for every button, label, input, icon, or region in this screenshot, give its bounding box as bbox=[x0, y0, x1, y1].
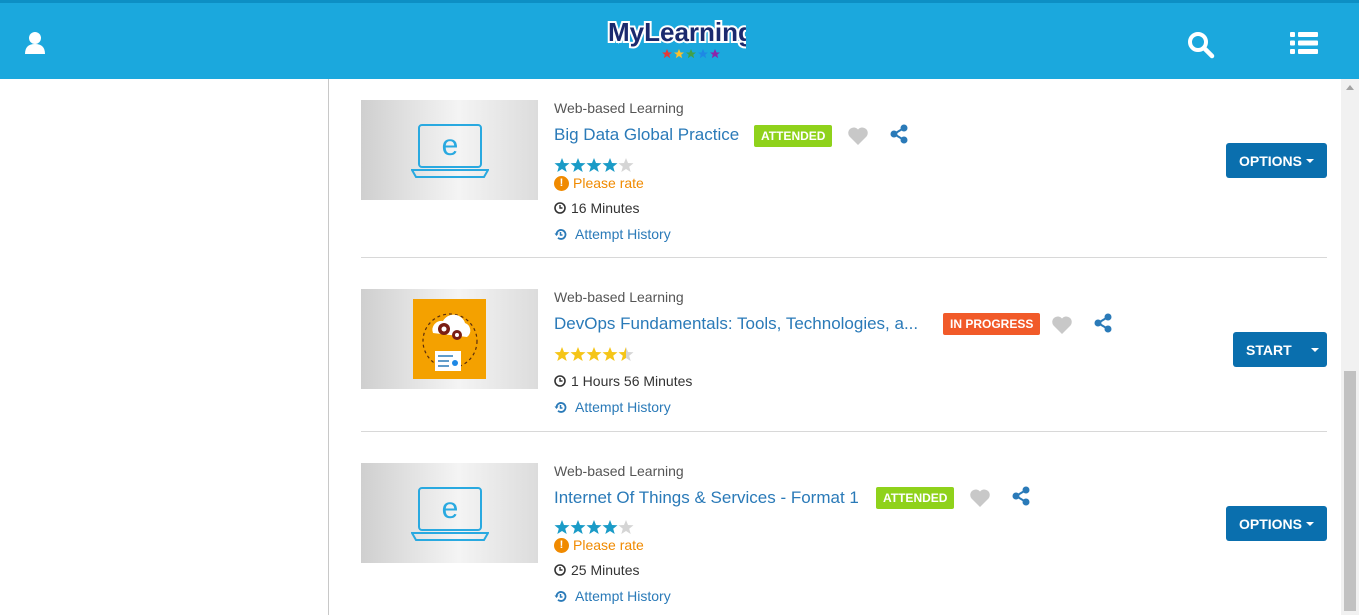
options-button-label: OPTIONS bbox=[1238, 152, 1302, 169]
favorite-heart-icon[interactable] bbox=[847, 126, 869, 146]
course-type: Web-based Learning bbox=[554, 100, 684, 116]
share-icon[interactable] bbox=[889, 124, 909, 144]
course-thumbnail[interactable]: e bbox=[361, 100, 538, 200]
clock-icon bbox=[554, 375, 566, 387]
options-button[interactable]: OPTIONS bbox=[1226, 143, 1327, 178]
favorite-heart-icon[interactable] bbox=[969, 488, 991, 508]
please-rate-prompt[interactable]: ! Please rate bbox=[554, 175, 644, 191]
clock-icon bbox=[554, 202, 566, 214]
warning-icon: ! bbox=[554, 175, 569, 191]
course-list: e Web-based Learning Big Data Global Pra… bbox=[329, 79, 1341, 615]
scroll-up-arrow-icon[interactable] bbox=[1346, 85, 1354, 90]
duration-label: 25 Minutes bbox=[571, 562, 640, 578]
star-icon[interactable] bbox=[618, 157, 634, 173]
options-button-label: OPTIONS bbox=[1238, 515, 1302, 532]
scrollbar-thumb[interactable] bbox=[1344, 371, 1356, 611]
star-icon[interactable] bbox=[570, 346, 586, 362]
course-type: Web-based Learning bbox=[554, 289, 684, 305]
attempt-history-label: Attempt History bbox=[575, 226, 671, 242]
star-icon[interactable] bbox=[618, 346, 634, 362]
vertical-scrollbar[interactable] bbox=[1341, 79, 1359, 615]
please-rate-prompt[interactable]: ! Please rate bbox=[554, 537, 644, 553]
course-thumbnail[interactable]: e bbox=[361, 463, 538, 563]
star-icon[interactable] bbox=[554, 519, 570, 535]
start-button-label: START bbox=[1246, 341, 1292, 358]
attempt-history-link[interactable]: Attempt History bbox=[554, 588, 671, 604]
please-rate-label: Please rate bbox=[573, 537, 644, 553]
star-icon[interactable] bbox=[554, 157, 570, 173]
attempt-history-label: Attempt History bbox=[575, 399, 671, 415]
attempt-history-label: Attempt History bbox=[575, 588, 671, 604]
share-icon[interactable] bbox=[1011, 486, 1031, 506]
course-title[interactable]: DevOps Fundamentals: Tools, Technologies… bbox=[554, 314, 918, 334]
course-title[interactable]: Big Data Global Practice bbox=[554, 125, 739, 145]
star-icon[interactable] bbox=[554, 346, 570, 362]
devops-cloud-gears-icon bbox=[413, 299, 486, 379]
history-icon bbox=[554, 590, 567, 602]
star-icon[interactable] bbox=[618, 519, 634, 535]
star-rating bbox=[554, 519, 634, 538]
user-icon[interactable] bbox=[24, 31, 46, 55]
duration-label: 1 Hours 56 Minutes bbox=[571, 373, 693, 389]
course-card: e Web-based Learning Internet Of Things … bbox=[361, 463, 1327, 615]
star-icon[interactable] bbox=[602, 519, 618, 535]
divider bbox=[361, 431, 1327, 432]
svg-text:e: e bbox=[442, 129, 459, 162]
course-duration: 16 Minutes bbox=[554, 200, 639, 216]
course-card: e Web-based Learning Big Data Global Pra… bbox=[361, 100, 1327, 260]
status-badge: ATTENDED bbox=[876, 487, 955, 509]
history-icon bbox=[554, 401, 567, 413]
share-icon[interactable] bbox=[1093, 313, 1113, 333]
caret-down-icon[interactable] bbox=[1311, 347, 1319, 352]
please-rate-label: Please rate bbox=[573, 175, 644, 191]
star-icon[interactable] bbox=[586, 519, 602, 535]
star-icon[interactable] bbox=[586, 157, 602, 173]
star-rating bbox=[554, 346, 634, 365]
warning-icon: ! bbox=[554, 537, 569, 553]
search-icon[interactable] bbox=[1187, 31, 1215, 59]
favorite-heart-icon[interactable] bbox=[1051, 315, 1073, 335]
course-thumbnail[interactable] bbox=[361, 289, 538, 389]
left-sidebar bbox=[0, 79, 329, 615]
svg-text:MyLearning: MyLearning bbox=[608, 17, 746, 47]
star-icon[interactable] bbox=[570, 519, 586, 535]
options-button[interactable]: OPTIONS bbox=[1226, 506, 1327, 541]
course-type: Web-based Learning bbox=[554, 463, 684, 479]
e-learning-laptop-icon: e bbox=[411, 487, 489, 541]
e-learning-laptop-icon: e bbox=[411, 124, 489, 178]
status-badge: ATTENDED bbox=[754, 125, 833, 147]
course-card: Web-based Learning DevOps Fundamentals: … bbox=[361, 289, 1327, 449]
attempt-history-link[interactable]: Attempt History bbox=[554, 226, 671, 242]
star-icon[interactable] bbox=[602, 346, 618, 362]
course-title[interactable]: Internet Of Things & Services - Format 1 bbox=[554, 488, 859, 508]
status-badge: IN PROGRESS bbox=[943, 313, 1041, 335]
course-duration: 1 Hours 56 Minutes bbox=[554, 373, 692, 389]
history-icon bbox=[554, 228, 567, 240]
clock-icon bbox=[554, 564, 566, 576]
duration-label: 16 Minutes bbox=[571, 200, 640, 216]
attempt-history-link[interactable]: Attempt History bbox=[554, 399, 671, 415]
star-rating bbox=[554, 157, 634, 176]
mylearning-logo[interactable]: MyLearning bbox=[606, 13, 746, 61]
star-icon[interactable] bbox=[586, 346, 602, 362]
star-icon[interactable] bbox=[570, 157, 586, 173]
caret-down-icon bbox=[1306, 158, 1314, 163]
top-navigation-bar: MyLearning bbox=[0, 0, 1359, 79]
list-menu-icon[interactable] bbox=[1290, 31, 1318, 55]
star-icon[interactable] bbox=[602, 157, 618, 173]
start-button[interactable]: START bbox=[1233, 332, 1327, 367]
caret-down-icon bbox=[1306, 521, 1314, 526]
course-duration: 25 Minutes bbox=[554, 562, 639, 578]
divider bbox=[361, 257, 1327, 258]
svg-text:e: e bbox=[442, 492, 459, 525]
